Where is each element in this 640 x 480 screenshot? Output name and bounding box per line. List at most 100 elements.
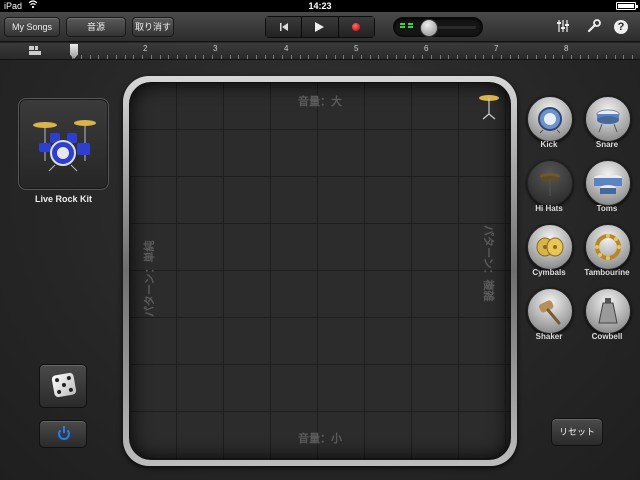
- shaker-button[interactable]: [527, 288, 573, 334]
- dice-icon: [51, 372, 77, 398]
- ruler-tick: [335, 55, 336, 59]
- ruler-tick: [413, 55, 414, 59]
- play-button[interactable]: [302, 17, 339, 37]
- ruler-tick: [203, 55, 204, 59]
- ruler-tick: [440, 55, 441, 59]
- ruler-tick: [221, 55, 222, 59]
- ruler-tick: [632, 55, 633, 59]
- timeline-ruler[interactable]: 1 2 3 4 5 6 7 8: [0, 43, 640, 60]
- clock: 14:23: [308, 1, 332, 11]
- record-icon: [352, 23, 361, 31]
- undo-button[interactable]: 取り消す: [132, 17, 174, 37]
- instrument-label: Cymbals: [532, 268, 566, 277]
- ruler-tick: [492, 55, 493, 59]
- ruler-tick: [466, 55, 467, 59]
- ruler-tick: [431, 55, 432, 59]
- drum-kit-selector[interactable]: [18, 98, 109, 190]
- level-meter-right: [408, 23, 414, 31]
- pad-label-pattern-simple: パターン：単純: [144, 240, 156, 317]
- ruler-tick: [623, 55, 624, 59]
- autoplay-toggle[interactable]: [39, 420, 87, 448]
- ruler-tick: [405, 55, 406, 59]
- ruler-tick: [588, 55, 589, 59]
- bar-marker: 2: [143, 44, 148, 53]
- ruler-tick: [615, 55, 616, 59]
- ruler-tick: [448, 55, 449, 59]
- instrument-label: Shaker: [535, 332, 563, 341]
- ruler-tick: [265, 55, 266, 59]
- ruler-tick: [238, 55, 239, 59]
- cowbell-button[interactable]: [585, 288, 631, 334]
- rewind-button[interactable]: [266, 17, 303, 37]
- ruler-tick: [562, 55, 563, 59]
- ruler-tick: [247, 55, 248, 59]
- status-bar: iPad 14:23: [0, 0, 640, 12]
- power-icon: [58, 426, 70, 440]
- wrench-icon[interactable]: [586, 19, 602, 35]
- instrument-label: Kick: [540, 140, 558, 149]
- reset-button[interactable]: リセット: [551, 418, 603, 446]
- instrument-label: Cowbell: [591, 332, 623, 341]
- instrument-label: Snare: [595, 140, 619, 149]
- ruler-tick: [396, 55, 397, 59]
- ruler-tick: [545, 55, 546, 59]
- ruler-tick: [501, 55, 502, 59]
- help-button[interactable]: ?: [614, 20, 628, 34]
- ruler-tick: [352, 55, 353, 59]
- cymbals-button[interactable]: [527, 224, 573, 270]
- ruler-tick: [177, 55, 178, 59]
- ruler-tick: [125, 55, 126, 59]
- ruler-tick: [370, 55, 371, 59]
- ruler-tick: [457, 55, 458, 59]
- sound-source-button[interactable]: 音源: [66, 17, 126, 37]
- hi-hat-icon: [540, 173, 560, 196]
- ruler-tick: [483, 55, 484, 59]
- pad-label-pattern-complex: パターン：複雑: [482, 225, 494, 302]
- kick-button[interactable]: [527, 96, 573, 142]
- volume-knob[interactable]: [420, 19, 438, 37]
- hi-hats-button[interactable]: [527, 160, 573, 206]
- ruler-tick: [151, 55, 152, 59]
- kit-name: Live Rock Kit: [34, 194, 92, 204]
- track-view-icon[interactable]: [29, 46, 41, 56]
- ruler-tick: [230, 55, 231, 59]
- random-pattern-button[interactable]: [39, 364, 87, 408]
- ruler-tick: [256, 55, 257, 59]
- mixer-sliders-icon[interactable]: [555, 19, 571, 35]
- ruler-tick: [387, 55, 388, 59]
- garageband-smart-drums: iPad 14:23 My Songs 音源 取り消す ? 2 3 4 5 6 …: [0, 0, 640, 480]
- volume-track: [438, 26, 476, 29]
- rewind-to-start-icon: [279, 23, 288, 31]
- record-button[interactable]: [338, 17, 374, 37]
- cymbal-stand-icon[interactable]: [478, 92, 500, 120]
- shaker-icon: [538, 300, 561, 325]
- ruler-tick: [597, 55, 598, 59]
- ruler-tick: [580, 55, 581, 59]
- ruler-tick: [186, 55, 187, 59]
- toms-button[interactable]: [585, 160, 631, 206]
- master-volume-slider[interactable]: [393, 17, 483, 37]
- ruler-tick: [343, 55, 344, 59]
- ruler-tick: [300, 55, 301, 59]
- battery-icon: [616, 2, 638, 10]
- ruler-tick: [98, 55, 99, 59]
- snare-button[interactable]: [585, 96, 631, 142]
- instrument-label: Hi Hats: [535, 204, 563, 213]
- ruler-tick: [282, 55, 283, 59]
- my-songs-button[interactable]: My Songs: [4, 17, 60, 37]
- cowbell-icon: [598, 298, 618, 324]
- pattern-pad[interactable]: 音量：大 音量：小 パターン：単純 パターン：複雑: [129, 82, 511, 460]
- ruler-tick: [291, 55, 292, 59]
- ruler-tick: [317, 55, 318, 59]
- tambourine-button[interactable]: [585, 224, 631, 270]
- ruler-tick: [536, 55, 537, 59]
- bar-marker: 3: [213, 44, 218, 53]
- ruler-tick: [378, 55, 379, 59]
- ruler-tick: [361, 55, 362, 59]
- ruler-tick: [571, 55, 572, 59]
- ruler-tick: [116, 55, 117, 59]
- pad-label-volume-low: 音量：小: [298, 433, 342, 445]
- ruler-tick: [107, 55, 108, 59]
- ruler-tick: [527, 55, 528, 59]
- ruler-tick: [422, 55, 423, 59]
